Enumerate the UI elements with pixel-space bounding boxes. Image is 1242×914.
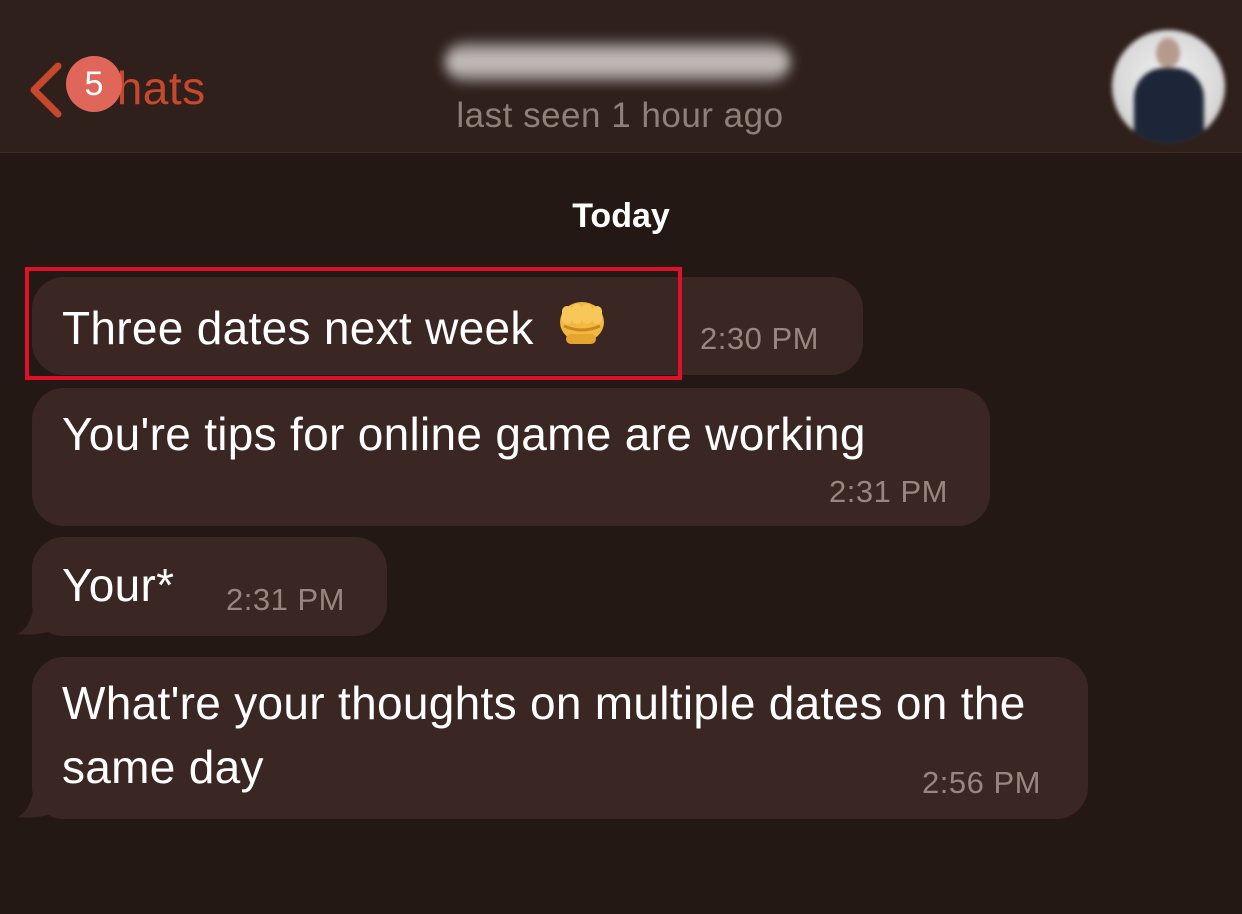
unread-badge: 5: [66, 56, 122, 112]
chat-header: Chats 5 last seen 1 hour ago: [0, 0, 1242, 153]
message-bubble[interactable]: Your* 2:31 PM: [32, 537, 387, 636]
message-time: 2:56 PM: [922, 765, 1041, 800]
message-time: 2:31 PM: [829, 474, 948, 509]
chat-screen: Chats 5 last seen 1 hour ago Today Three…: [0, 0, 1242, 914]
message-bubble[interactable]: You're tips for online game are working …: [32, 388, 990, 526]
last-seen-status: last seen 1 hour ago: [456, 96, 784, 135]
message-text: You're tips for online game are working: [62, 408, 866, 460]
message-text: Three dates next week: [62, 292, 610, 360]
chevron-left-icon: [30, 62, 62, 118]
message-text: What're your thoughts on multiple dates …: [62, 677, 1026, 793]
bubble-tail: [18, 602, 48, 635]
message-bubble[interactable]: What're your thoughts on multiple dates …: [32, 657, 1088, 819]
message-time: 2:30 PM: [700, 321, 819, 356]
oncoming-fist-icon: [559, 302, 604, 344]
avatar-head: [1156, 38, 1180, 68]
back-button[interactable]: Chats 5: [20, 30, 250, 140]
avatar[interactable]: [1112, 30, 1225, 143]
message-bubble[interactable]: Three dates next week 2:30 PM: [32, 277, 863, 375]
contact-name-redacted[interactable]: [445, 42, 790, 82]
date-separator: Today: [572, 197, 670, 235]
message-time: 2:31 PM: [226, 582, 345, 617]
message-text: Your*: [62, 559, 175, 611]
bubble-tail: [18, 785, 48, 818]
avatar-body: [1134, 68, 1204, 143]
